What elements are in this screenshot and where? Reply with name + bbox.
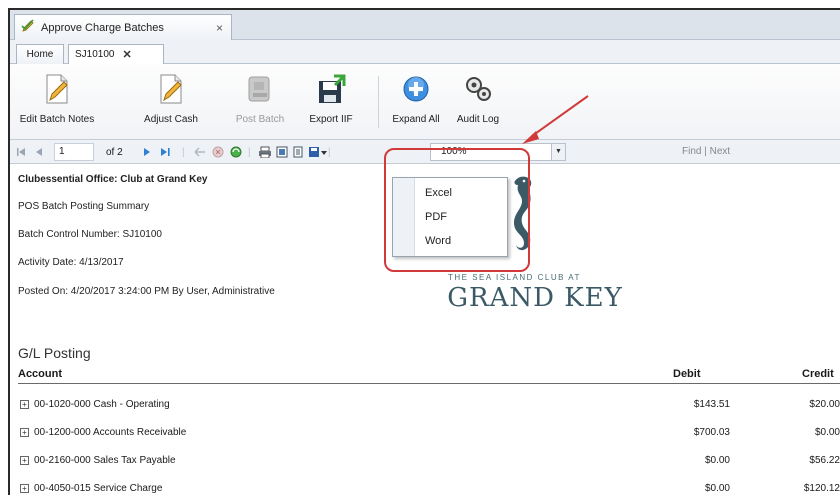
annotation-arrow-icon (522, 95, 589, 144)
application-window: Approve Charge Batches × Home SJ10100 ✕ … (8, 8, 840, 495)
